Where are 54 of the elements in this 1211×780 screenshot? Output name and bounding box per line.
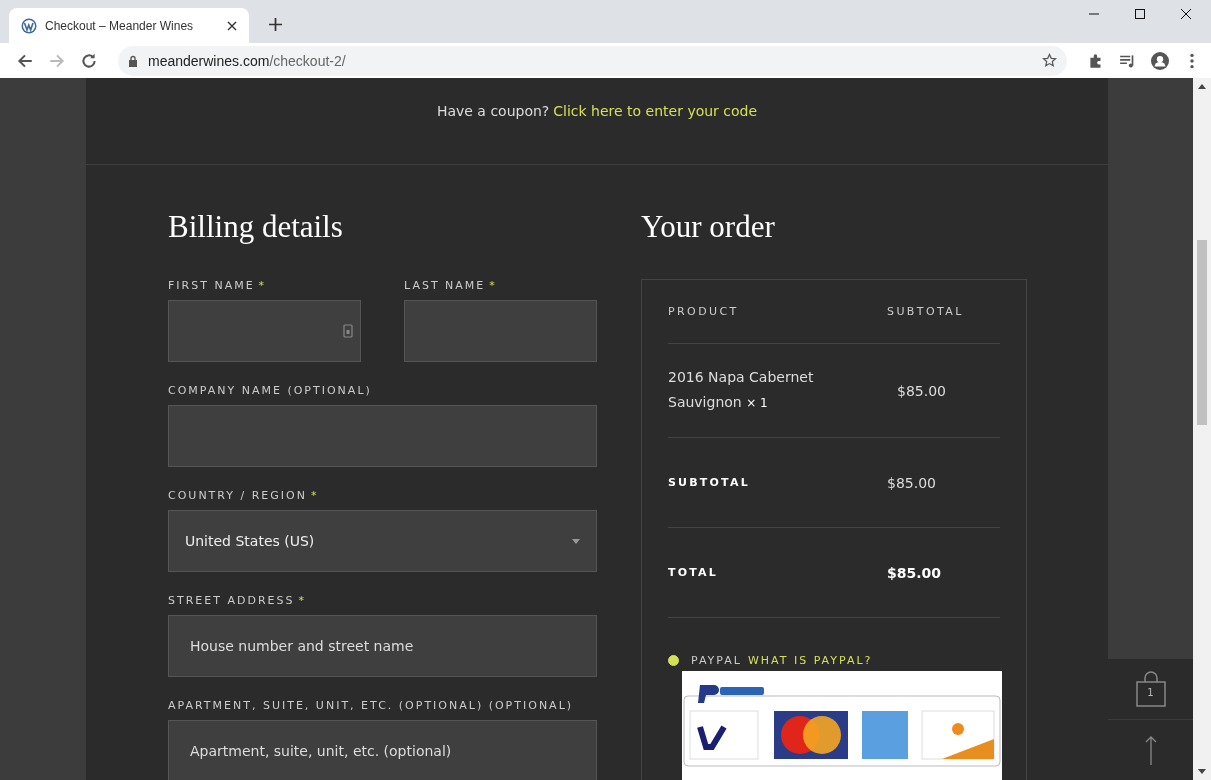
input-field[interactable]: House number and street name bbox=[168, 615, 597, 677]
field-label: APARTMENT, SUITE, UNIT, ETC. (OPTIONAL) (OPTIONAL) bbox=[168, 699, 574, 712]
close-icon[interactable] bbox=[227, 20, 237, 31]
autofill-icon bbox=[343, 324, 353, 338]
tab-title: Checkout – Meander Wines bbox=[45, 18, 195, 33]
profile-avatar-icon[interactable] bbox=[1151, 51, 1169, 70]
field-label: STREET ADDRESS bbox=[168, 594, 295, 607]
field-label: LAST NAME bbox=[404, 279, 486, 292]
total-value: $85.00 bbox=[887, 564, 942, 581]
input-field[interactable] bbox=[404, 300, 597, 362]
url-text: meanderwines.com/checkout-2/ bbox=[148, 52, 347, 69]
required-mark: * bbox=[489, 279, 497, 292]
input-field[interactable] bbox=[168, 300, 361, 362]
wordpress-logo-icon bbox=[21, 17, 37, 34]
input-field[interactable] bbox=[168, 405, 597, 467]
what-is-paypal-link[interactable]: WHAT IS PAYPAL? bbox=[747, 654, 873, 667]
address-bar[interactable]: meanderwines.com/checkout-2/ bbox=[118, 45, 1067, 76]
browser-tab[interactable]: Checkout – Meander Wines bbox=[9, 8, 249, 43]
column-header: SUBTOTAL bbox=[887, 305, 964, 318]
lock-icon bbox=[128, 54, 138, 67]
required-mark: * bbox=[258, 279, 267, 292]
reload-icon[interactable] bbox=[80, 51, 98, 70]
input-field[interactable]: Apartment, suite, unit, etc. (optional) bbox=[168, 720, 597, 780]
required-mark: * bbox=[298, 594, 306, 607]
up-arrow-icon bbox=[1144, 735, 1157, 765]
coupon-text: Have a coupon? bbox=[436, 103, 550, 119]
field-label: COMPANY NAME (OPTIONAL) bbox=[168, 384, 372, 397]
coupon-link[interactable]: Click here to enter your code bbox=[553, 103, 758, 119]
required-mark: * bbox=[310, 489, 319, 502]
scrollbar[interactable] bbox=[1193, 78, 1211, 780]
product-name: 2016 Napa Cabernet Sauvignon × 1 bbox=[668, 368, 815, 412]
field-label: COUNTRY / REGION bbox=[168, 489, 307, 502]
scroll-down-arrow-icon[interactable] bbox=[1198, 769, 1206, 774]
product-price: $85.00 bbox=[897, 382, 946, 399]
maximize-icon[interactable] bbox=[1134, 8, 1146, 20]
total-value: $85.00 bbox=[887, 474, 936, 491]
star-icon[interactable] bbox=[1042, 53, 1057, 68]
billing-heading: Billing details bbox=[168, 209, 344, 245]
payment-radio[interactable] bbox=[668, 655, 679, 666]
total-label: TOTAL bbox=[668, 566, 720, 579]
order-heading: Your order bbox=[641, 209, 776, 245]
payment-label: PAYPAL bbox=[691, 654, 742, 667]
shopping-bag-icon bbox=[1135, 671, 1166, 707]
new-tab-icon[interactable] bbox=[269, 18, 282, 31]
cart-button[interactable]: 1 bbox=[1108, 658, 1193, 719]
scroll-up-arrow-icon[interactable] bbox=[1198, 84, 1206, 89]
field-label: FIRST NAME bbox=[168, 279, 255, 292]
total-label: SUBTOTAL bbox=[668, 476, 751, 489]
country-select[interactable]: United States (US) bbox=[168, 510, 597, 572]
column-header: PRODUCT bbox=[668, 305, 740, 318]
scrollbar-thumb[interactable] bbox=[1197, 240, 1207, 425]
caret-icon bbox=[572, 538, 580, 544]
close-icon[interactable] bbox=[1180, 8, 1192, 20]
cart-count: 1 bbox=[1147, 687, 1154, 698]
